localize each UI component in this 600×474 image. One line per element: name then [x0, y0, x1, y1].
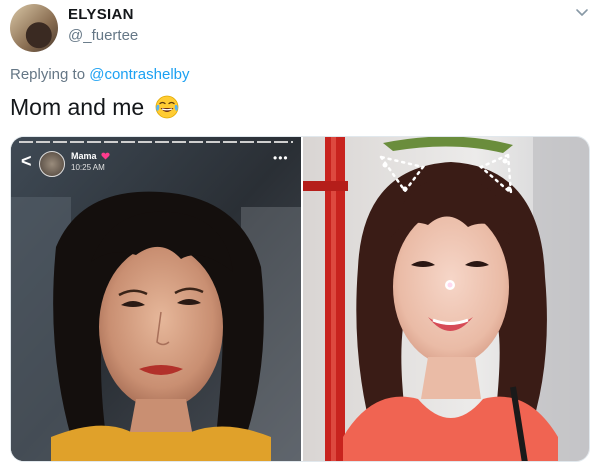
story-name-text: Mama	[71, 151, 97, 161]
photo-me[interactable]	[303, 137, 589, 461]
story-time: 10:25 AM	[71, 163, 105, 172]
story-progress-bar	[19, 141, 293, 143]
back-arrow-icon[interactable]: <	[21, 151, 32, 172]
tweet-text-content: Mom and me	[10, 94, 145, 120]
photo-me-image	[303, 137, 589, 461]
reply-to-link[interactable]: @contrashelby	[89, 66, 189, 83]
user-handle[interactable]: @_fuertee	[68, 27, 138, 44]
tweet-media[interactable]: < Mama 10:25 AM •••	[10, 136, 590, 462]
face-with-tears-of-joy-icon	[155, 95, 179, 119]
avatar[interactable]	[10, 4, 58, 52]
tweet-text: Mom and me	[10, 94, 179, 121]
story-name[interactable]: Mama	[71, 151, 110, 161]
story-avatar[interactable]	[39, 151, 65, 177]
heart-icon	[101, 152, 110, 160]
display-name[interactable]: ELYSIAN	[68, 6, 134, 23]
more-icon[interactable]: •••	[273, 151, 289, 165]
photo-mom-image	[11, 137, 301, 461]
reply-prefix: Replying to	[10, 66, 86, 83]
reply-context: Replying to @contrashelby	[10, 66, 190, 83]
chevron-down-icon[interactable]	[574, 4, 590, 20]
photo-mom[interactable]: < Mama 10:25 AM •••	[11, 137, 301, 461]
